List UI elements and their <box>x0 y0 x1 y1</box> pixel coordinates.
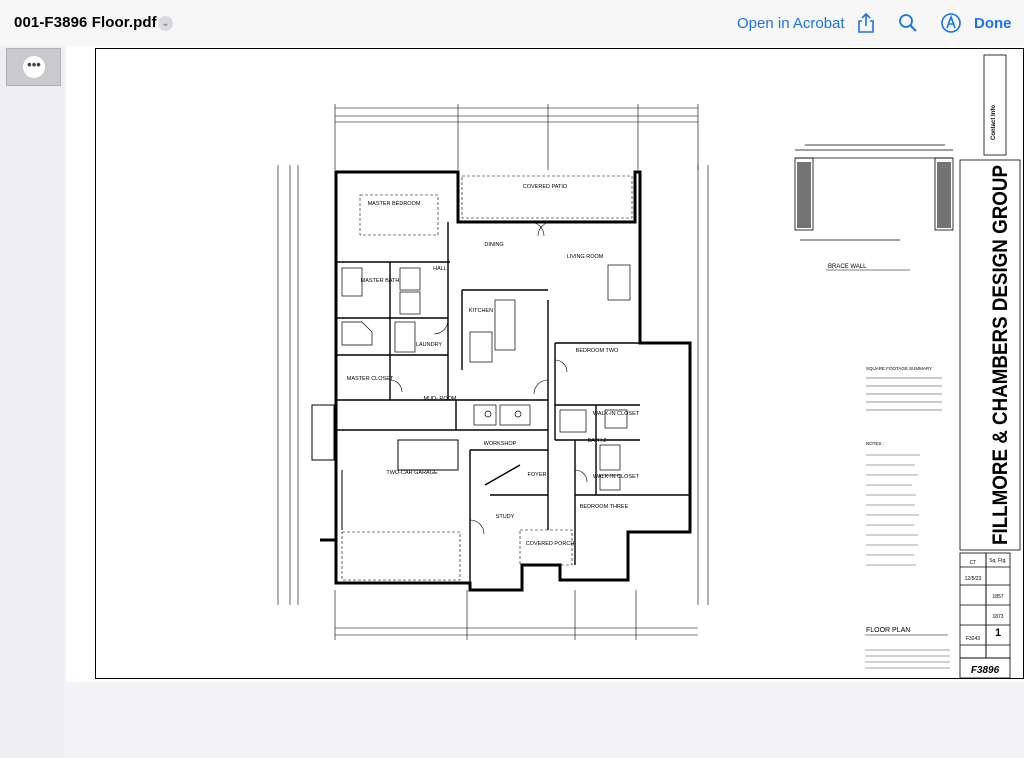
sheet-number: 1 <box>995 627 1001 639</box>
room-label-walk-in-closet-2: WALK-IN CLOSET <box>593 474 640 480</box>
firm-name: FILLMORE & CHAMBERS DESIGN GROUP <box>989 165 1012 545</box>
room-label-bath-2: BATH 2 <box>588 438 607 444</box>
room-label-two-car-garage: TWO-CAR GARAGE <box>386 470 438 476</box>
total-value-b: 1873 <box>992 614 1003 620</box>
notes-lines <box>866 454 920 566</box>
room-label-kitchen: KITCHEN <box>469 308 493 314</box>
room-label-bedroom-three: BEDROOM THREE <box>580 504 629 510</box>
sq-footage-lines <box>866 377 942 411</box>
contact-info-label: Contact Info <box>991 105 997 140</box>
room-label-walk-in-closet-1: WALK-IN CLOSET <box>593 411 640 417</box>
copyright-lines <box>865 649 950 669</box>
floor-plan-title: FLOOR PLAN <box>866 627 910 634</box>
room-label-bedroom-two: BEDROOM TWO <box>576 348 619 354</box>
brace-wall-detail <box>794 144 954 241</box>
reference-value: F3243 <box>966 636 980 642</box>
drawn-by-value: CT <box>970 560 977 566</box>
room-label-master-bath: MASTER BATH <box>361 278 400 284</box>
room-label-dining: DINING <box>484 242 503 248</box>
dimension-lines <box>277 104 709 640</box>
brace-wall-title: BRACE WALL <box>828 264 867 270</box>
sq-footage-title: SQUARE FOOTAGE SUMMARY <box>866 366 932 371</box>
room-label-foyer: FOYER <box>528 472 547 478</box>
room-label-master-bedroom: MASTER BEDROOM <box>368 201 421 207</box>
date-value: 12/5/23 <box>965 576 982 582</box>
room-label-study: STUDY <box>496 514 515 520</box>
notes-title: NOTES : <box>866 441 884 446</box>
room-label-living-room: LIVING ROOM <box>567 254 604 260</box>
floor-plan-drawing: MASTER BEDROOM COVERED PATIO DINING LIVI… <box>277 54 1021 679</box>
total-value-a: 1857 <box>992 594 1003 600</box>
door-swings <box>389 221 588 535</box>
plan-number: F3896 <box>971 665 1000 676</box>
room-label-laundry: LAUNDRY <box>416 342 443 348</box>
room-label-covered-patio: COVERED PATIO <box>523 184 568 190</box>
room-label-covered-porch: COVERED PORCH <box>526 541 575 547</box>
room-label-mud-room: MUD- ROOM <box>424 396 457 402</box>
interior-walls <box>336 222 690 583</box>
room-label-hall: HALL <box>433 266 447 272</box>
room-label-workshop: WORKSHOP <box>484 441 517 447</box>
sq-ftg-label: Sq. Ftg. <box>989 558 1007 564</box>
room-label-master-closet: MASTER CLOSET <box>347 376 394 382</box>
brace-wall-hatch <box>797 162 951 228</box>
garage-features <box>311 404 459 530</box>
